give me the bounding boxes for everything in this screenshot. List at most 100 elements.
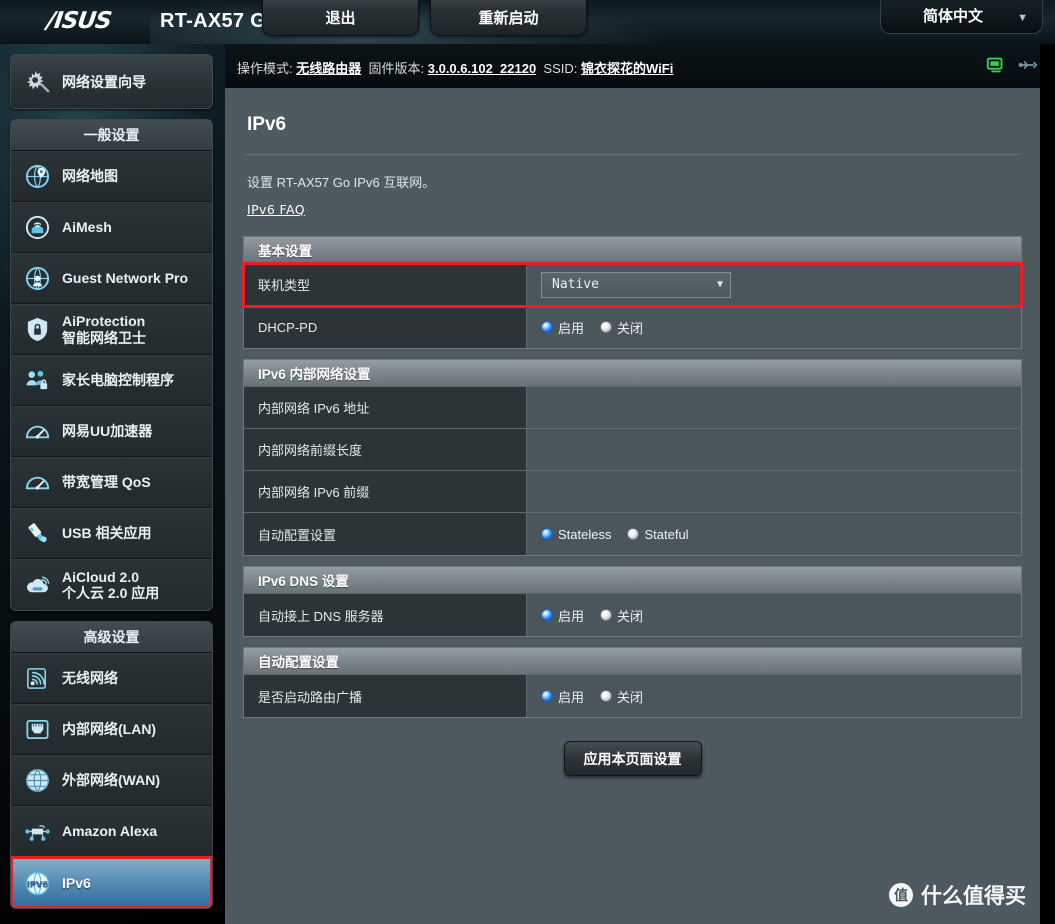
sidebar-item-label: 网易UU加速器 — [62, 423, 153, 440]
globe-wan-icon — [24, 767, 51, 794]
ipv6-faq-link[interactable]: IPv6 FAQ — [247, 202, 305, 217]
lan-port-icon — [24, 716, 51, 743]
sidebar-item-wan[interactable]: 外部网络(WAN) — [11, 755, 212, 806]
connection-type-value: Native — [552, 277, 599, 292]
radio-option-enable[interactable]: 启用 — [541, 606, 584, 625]
radio-label: 启用 — [558, 689, 585, 705]
watermark-text: 什么值得买 — [921, 885, 1026, 908]
sidebar-item-usb-application[interactable]: USB 相关应用 — [11, 508, 212, 559]
sidebar-wizard-block: 网络设置向导 — [10, 54, 213, 109]
smzdm-watermark: 值 什么值得买 — [889, 880, 1026, 910]
top-header-bar: /ISUS RT-AX57 Go 退出 重新启动 简体中文 ▼ — [0, 0, 1055, 44]
sidebar-item-label: 带宽管理 QoS — [62, 474, 151, 491]
sidebar-item-parental-control[interactable]: 家长电脑控制程序 — [11, 355, 212, 406]
sidebar-item-setup-wizard[interactable]: 网络设置向导 — [11, 55, 212, 108]
row-label: DHCP-PD — [244, 306, 527, 348]
language-selector[interactable]: 简体中文 ▼ — [880, 0, 1043, 34]
section-ipv6-lan-settings: IPv6 内部网络设置 内部网络 IPv6 地址 内部网络前缀长度 内部网络 I… — [243, 359, 1022, 556]
sidebar-item-amazon-alexa[interactable]: Amazon Alexa — [11, 806, 212, 857]
connection-type-select[interactable]: Native ▼ — [541, 271, 731, 298]
sidebar-item-label: 家长电脑控制程序 — [62, 372, 174, 389]
row-value — [527, 471, 1021, 512]
radio-label: 启用 — [558, 320, 585, 336]
wizard-gear-icon — [25, 68, 52, 95]
radio-label: 启用 — [558, 608, 585, 624]
row-lan-ipv6-address: 内部网络 IPv6 地址 — [244, 387, 1021, 429]
operation-mode-value[interactable]: 无线路由器 — [296, 61, 361, 76]
radio-label: 关闭 — [617, 320, 644, 336]
row-auto-dns: 自动接上 DNS 服务器 启用 关闭 — [244, 594, 1021, 636]
apply-settings-button[interactable]: 应用本页面设置 — [563, 741, 702, 776]
row-label: 联机类型 — [244, 264, 527, 305]
radio-dot-selected — [541, 528, 553, 540]
parental-control-icon — [24, 367, 51, 394]
page-title: IPv6 — [247, 114, 287, 135]
sidebar-advanced-block: 高级设置 无线网络 内部网络(LAN) 外部网络(WAN) Amazon Ale… — [10, 621, 213, 909]
operation-mode-label: 操作模式: — [237, 61, 293, 76]
ipv6-globe-icon: IPV6 — [24, 870, 51, 897]
radio-option-disable[interactable]: 关闭 — [600, 606, 643, 625]
sidebar-item-aicloud[interactable]: AiCloud 2.0 个人云 2.0 应用 — [11, 559, 212, 610]
row-label: 内部网络 IPv6 地址 — [244, 387, 527, 428]
watermark-badge-icon: 值 — [889, 883, 913, 907]
row-label: 自动配置设置 — [244, 513, 527, 555]
radio-dot-selected — [541, 690, 553, 702]
radio-option-stateful[interactable]: Stateful — [627, 527, 689, 542]
firmware-version-value[interactable]: 3.0.0.6.102_22120 — [428, 61, 536, 76]
sidebar-item-network-map[interactable]: 网络地图 — [11, 151, 212, 202]
row-value: 启用 关闭 — [527, 675, 1021, 717]
sidebar-item-aimesh[interactable]: AiMesh — [11, 202, 212, 253]
sidebar-item-label: AiMesh — [62, 219, 112, 236]
sidebar-advanced-title: 高级设置 — [11, 622, 212, 653]
section-header: 自动配置设置 — [244, 648, 1021, 675]
alexa-icon — [24, 818, 51, 845]
row-label: 内部网络前缀长度 — [244, 429, 527, 470]
radio-option-disable[interactable]: 关闭 — [600, 687, 643, 706]
chevron-down-icon: ▼ — [1017, 12, 1028, 24]
sidebar-item-sublabel: 个人云 2.0 应用 — [62, 585, 160, 601]
row-value — [527, 387, 1021, 428]
row-router-advertisement: 是否启动路由广播 启用 关闭 — [244, 675, 1021, 717]
apply-button-container: 应用本页面设置 — [225, 741, 1040, 776]
sidebar-item-qos[interactable]: 带宽管理 QoS — [11, 457, 212, 508]
radio-dot — [627, 528, 640, 540]
page-description: 设置 RT-AX57 Go IPv6 互联网。 — [247, 175, 436, 190]
auto-dns-radio-group: 启用 关闭 — [541, 606, 643, 625]
sidebar-item-wireless[interactable]: 无线网络 — [11, 653, 212, 704]
row-lan-prefix-length: 内部网络前缀长度 — [244, 429, 1021, 471]
usb-apps-icon — [24, 520, 51, 547]
sidebar-item-lan[interactable]: 内部网络(LAN) — [11, 704, 212, 755]
row-value: Stateless Stateful — [527, 513, 1021, 555]
radio-option-enable[interactable]: 启用 — [541, 318, 584, 337]
row-dhcp-pd: DHCP-PD 启用 关闭 — [244, 306, 1021, 348]
usb-status-icon[interactable] — [1017, 54, 1039, 76]
ssid-value[interactable]: 锦衣探花的WiFi — [581, 61, 673, 76]
sidebar-item-guest-network-pro[interactable]: Guest Network Pro — [11, 253, 212, 304]
sidebar-item-aiprotection[interactable]: AiProtection 智能网络卫士 — [11, 304, 212, 355]
sidebar-item-ipv6[interactable]: IPV6 IPv6 — [11, 856, 212, 908]
logout-button[interactable]: 退出 — [262, 0, 419, 36]
status-info-text: 操作模式: 无线路由器 固件版本: 3.0.0.6.102_22120 SSID… — [237, 58, 673, 77]
section-basic-settings: 基本设置 联机类型 Native ▼ DHCP-PD 启用 关闭 — [242, 236, 1023, 349]
sidebar-item-label: AiProtection — [62, 313, 146, 330]
page-right-margin — [1040, 44, 1055, 924]
radio-option-disable[interactable]: 关闭 — [600, 318, 643, 337]
ssid-label: SSID: — [543, 61, 578, 76]
asus-logo: /ISUS — [45, 8, 113, 34]
sidebar-item-label: AiCloud 2.0 — [62, 568, 140, 585]
row-value — [527, 429, 1021, 470]
autoconfig-radio-group: Stateless Stateful — [541, 527, 689, 542]
sidebar-item-uu-accelerator[interactable]: 网易UU加速器 — [11, 406, 212, 457]
reboot-button[interactable]: 重新启动 — [430, 0, 587, 36]
radio-option-stateless[interactable]: Stateless — [541, 527, 611, 542]
section-header: IPv6 内部网络设置 — [244, 360, 1021, 387]
radio-label: 关闭 — [617, 689, 644, 705]
sidebar-item-label: 内部网络(LAN) — [62, 721, 157, 738]
guest-network-icon — [24, 265, 51, 292]
qos-gauge-icon — [24, 469, 51, 496]
radio-option-enable[interactable]: 启用 — [541, 687, 584, 706]
network-status-icon[interactable] — [985, 54, 1007, 76]
radio-dot — [600, 609, 613, 621]
dhcp-pd-radio-group: 启用 关闭 — [541, 318, 643, 337]
router-advertisement-radio-group: 启用 关闭 — [541, 687, 643, 706]
